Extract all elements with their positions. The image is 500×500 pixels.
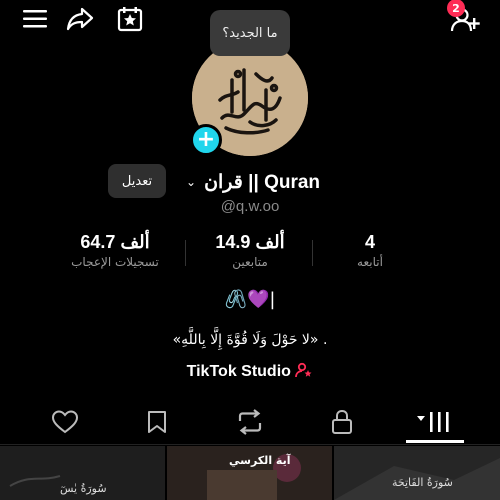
plus-icon: + xyxy=(196,127,216,152)
whats-new-bubble[interactable]: ما الجديد؟ xyxy=(210,10,290,56)
video-thumbnail[interactable]: سُورَةُ يٰسٓ xyxy=(0,446,165,500)
tab-reposts[interactable] xyxy=(230,404,270,440)
stat-divider xyxy=(312,240,313,266)
profile-handle: @q.w.oo xyxy=(220,198,280,215)
chevron-down-icon: ⌄ xyxy=(186,175,197,189)
add-story-button[interactable]: + xyxy=(190,124,222,156)
thumbnail-caption: آية الكرسي xyxy=(229,454,291,467)
following-label: أتابعه xyxy=(357,255,383,269)
followers-stat[interactable]: 14.9 ألف متابعين xyxy=(195,232,305,269)
person-star-icon xyxy=(295,362,313,379)
profile-name: قران || Quran xyxy=(204,171,321,193)
tab-videos[interactable] xyxy=(415,404,455,440)
thumbnail-caption: سُورَةُ الفَاتِحَة xyxy=(392,476,453,489)
following-stat[interactable]: 4 أتابعه xyxy=(315,232,425,269)
profile-stats: 64.7 ألف تسجيلات الإعجاب 14.9 ألف متابعي… xyxy=(60,232,440,277)
menu-button[interactable] xyxy=(20,4,50,34)
tiktok-studio-label: TikTok Studio xyxy=(186,363,291,380)
tab-favorites[interactable] xyxy=(137,404,177,440)
likes-label: تسجيلات الإعجاب xyxy=(71,255,159,269)
active-tab-indicator xyxy=(406,440,464,443)
account-switcher[interactable]: ⌄ قران || Quran xyxy=(186,168,320,196)
share-button[interactable] xyxy=(65,4,95,34)
edit-label: تعديل xyxy=(121,173,153,189)
likes-count: 64.7 ألف xyxy=(80,232,150,252)
share-icon xyxy=(66,7,94,31)
repost-icon xyxy=(238,409,262,435)
following-count: 4 xyxy=(364,232,375,252)
whats-new-label: ما الجديد؟ xyxy=(222,25,278,41)
stat-divider xyxy=(185,240,186,266)
add-friend-button[interactable]: 2 xyxy=(447,0,480,34)
lock-icon xyxy=(332,409,352,434)
followers-count: 14.9 ألف xyxy=(215,232,285,252)
bio-emojis: 🖇️💜| xyxy=(224,289,276,310)
video-thumbnail[interactable]: آية الكرسي xyxy=(167,446,332,500)
followers-label: متابعين xyxy=(232,255,268,269)
video-thumbnail[interactable]: سُورَةُ الفَاتِحَة xyxy=(334,446,500,500)
tiktok-studio-link[interactable]: TikTok Studio xyxy=(0,362,500,381)
thumbnail-caption: سُورَةُ يٰسٓ xyxy=(60,482,107,495)
bookmark-icon xyxy=(148,411,166,433)
studio-calendar-button[interactable] xyxy=(115,4,145,34)
menu-icon xyxy=(23,10,47,28)
tab-liked[interactable] xyxy=(45,404,85,440)
tab-private[interactable] xyxy=(322,404,362,440)
heart-icon xyxy=(52,410,78,434)
likes-stat[interactable]: 64.7 ألف تسجيلات الإعجاب xyxy=(60,232,170,269)
edit-profile-button[interactable]: تعديل xyxy=(108,164,166,198)
video-grid: سُورَةُ يٰسٓ آية الكرسي سُورَةُ الفَاتِح… xyxy=(0,446,500,500)
videos-grid-icon xyxy=(417,412,449,432)
profile-tabs xyxy=(0,404,500,444)
divider xyxy=(0,444,500,445)
bio-quote: «لا حَوْلَ وَلَا قُوَّةَ إِلَّا بِاللَّه… xyxy=(172,332,328,348)
calendar-star-icon xyxy=(117,7,143,32)
